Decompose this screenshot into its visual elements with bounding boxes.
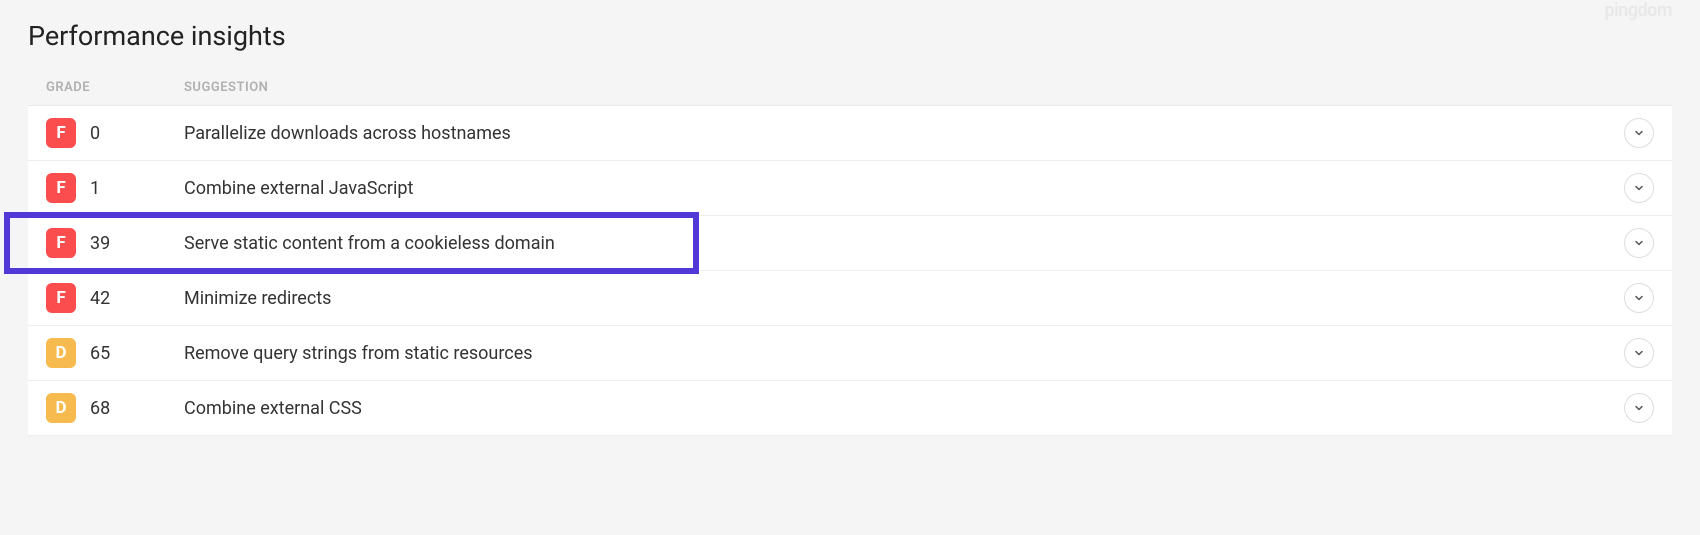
insight-row[interactable]: D 68 Combine external CSS xyxy=(28,381,1672,436)
chevron-down-icon xyxy=(1633,402,1645,414)
grade-badge: D xyxy=(46,393,76,423)
grade-cell: F0 xyxy=(46,118,184,148)
grade-score: 1 xyxy=(90,178,100,199)
chevron-down-icon xyxy=(1633,182,1645,194)
col-header-suggestion: SUGGESTION xyxy=(184,80,1654,95)
expand-button[interactable] xyxy=(1624,228,1654,258)
grade-cell: F1 xyxy=(46,173,184,203)
grade-score: 65 xyxy=(90,343,110,364)
page-title: Performance insights xyxy=(28,20,1672,52)
grade-score: 68 xyxy=(90,398,110,419)
grade-badge: F xyxy=(46,173,76,203)
insight-row[interactable]: F0Parallelize downloads across hostnames xyxy=(28,106,1672,161)
expand-button[interactable] xyxy=(1624,338,1654,368)
grade-cell: D 68 xyxy=(46,393,184,423)
grade-badge: D xyxy=(46,338,76,368)
insight-row[interactable]: F 39 Serve static content from a cookieles… xyxy=(28,216,1672,271)
grade-badge: F xyxy=(46,228,76,258)
expand-cell xyxy=(1614,118,1654,148)
expand-cell xyxy=(1614,173,1654,203)
grade-cell: F 39 xyxy=(46,228,184,258)
suggestion-text: Combine external CSS xyxy=(184,398,1614,419)
col-header-grade: GRADE xyxy=(46,80,184,95)
expand-cell xyxy=(1614,393,1654,423)
expand-button[interactable] xyxy=(1624,118,1654,148)
grade-cell: F 42 xyxy=(46,283,184,313)
suggestion-text: Remove query strings from static resourc… xyxy=(184,343,1614,364)
table-header: GRADE SUGGESTION xyxy=(28,80,1672,106)
watermark-text: pingdom xyxy=(1604,0,1672,21)
expand-button[interactable] xyxy=(1624,393,1654,423)
grade-score: 39 xyxy=(90,233,110,254)
grade-score: 42 xyxy=(90,288,110,309)
insight-row[interactable]: F1Combine external JavaScript xyxy=(28,161,1672,216)
grade-badge: F xyxy=(46,283,76,313)
grade-cell: D 65 xyxy=(46,338,184,368)
grade-badge: F xyxy=(46,118,76,148)
chevron-down-icon xyxy=(1633,292,1645,304)
expand-button[interactable] xyxy=(1624,173,1654,203)
suggestion-text: Parallelize downloads across hostnames xyxy=(184,123,1614,144)
grade-score: 0 xyxy=(90,123,100,144)
performance-insights-panel: Performance insights GRADE SUGGESTION F0… xyxy=(0,0,1700,436)
suggestion-text: Minimize redirects xyxy=(184,288,1614,309)
expand-cell xyxy=(1614,228,1654,258)
insights-rows: F0Parallelize downloads across hostnames… xyxy=(28,106,1672,436)
insight-row[interactable]: F 42 Minimize redirects xyxy=(28,271,1672,326)
chevron-down-icon xyxy=(1633,127,1645,139)
expand-cell xyxy=(1614,283,1654,313)
chevron-down-icon xyxy=(1633,347,1645,359)
suggestion-text: Serve static content from a cookieless d… xyxy=(184,233,1614,254)
chevron-down-icon xyxy=(1633,237,1645,249)
insight-row[interactable]: D 65 Remove query strings from static reso… xyxy=(28,326,1672,381)
expand-button[interactable] xyxy=(1624,283,1654,313)
suggestion-text: Combine external JavaScript xyxy=(184,178,1614,199)
expand-cell xyxy=(1614,338,1654,368)
